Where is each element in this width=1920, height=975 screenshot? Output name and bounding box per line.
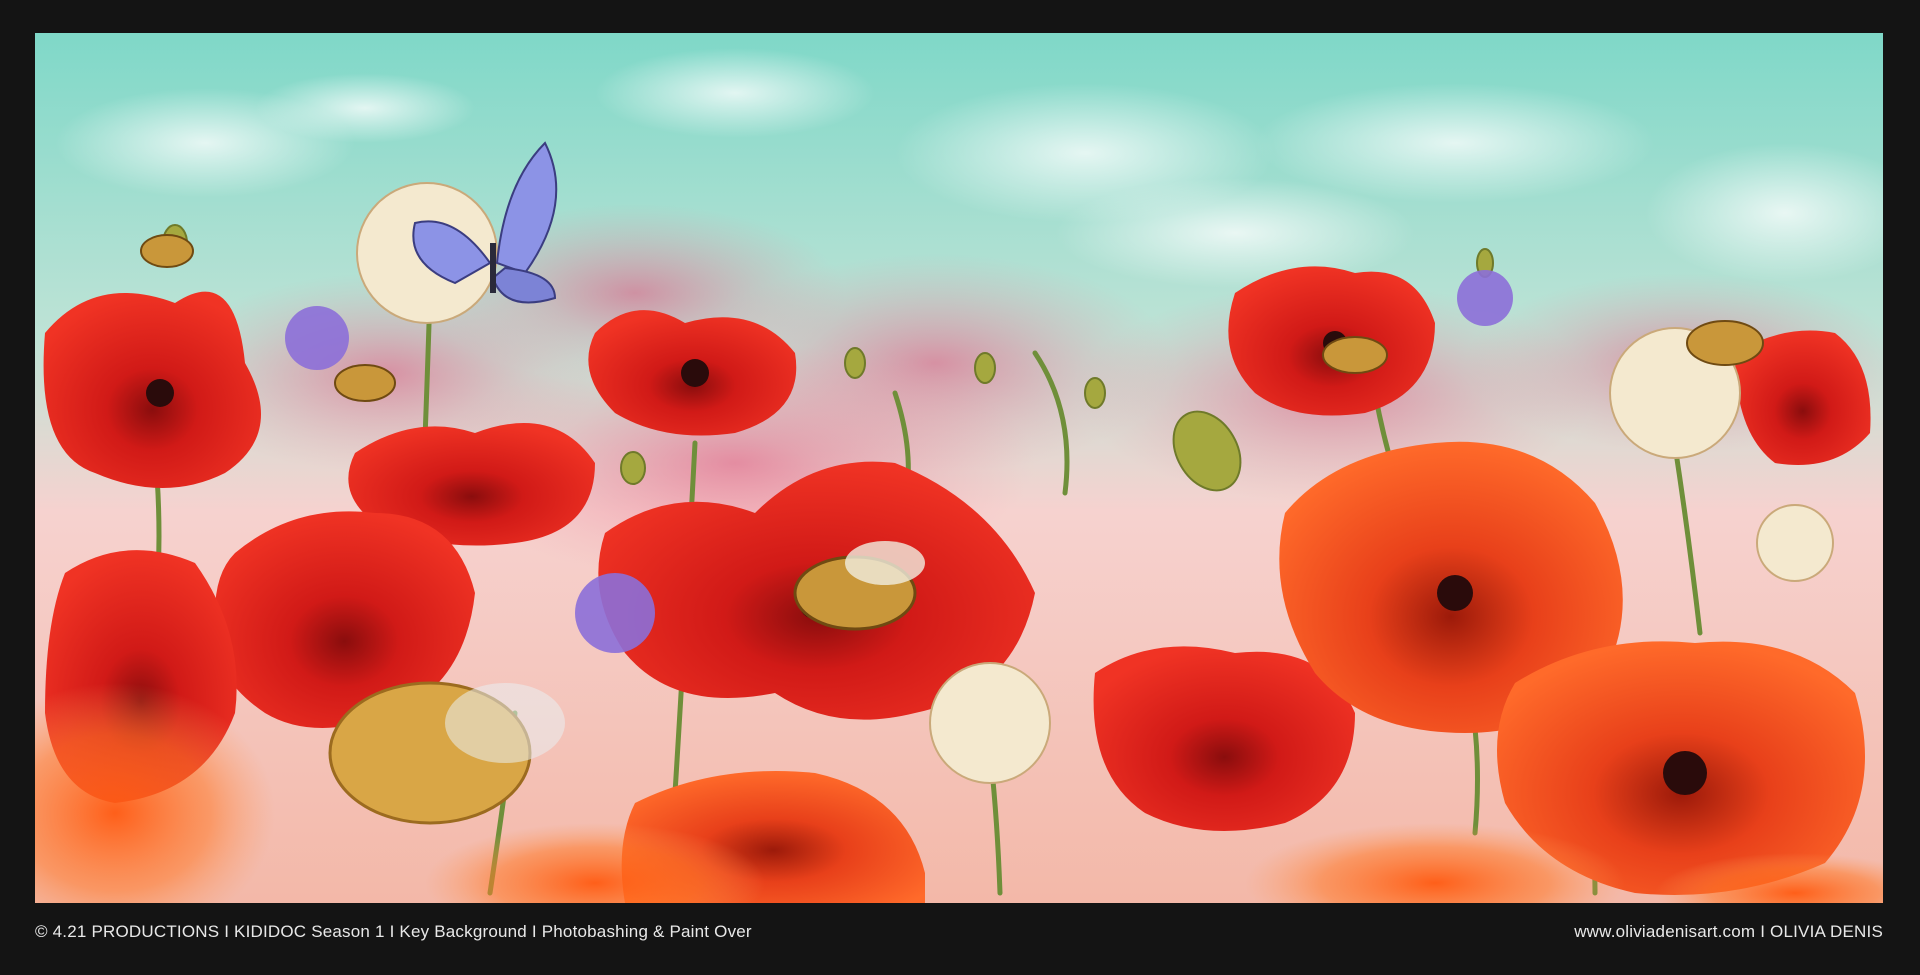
credits-text: © 4.21 PRODUCTIONS I KIDIDOC Season 1 I …: [35, 922, 752, 941]
poppy-field-illustration: [35, 33, 1883, 903]
bee-icon: [334, 364, 396, 402]
bee-icon: [1322, 336, 1388, 374]
caption-bar: © 4.21 PRODUCTIONS I KIDIDOC Season 1 I …: [35, 918, 1883, 946]
bee-icon: [140, 234, 194, 268]
bee-icon: [1686, 320, 1764, 366]
artwork-image: [35, 33, 1883, 903]
website-link[interactable]: www.oliviadenisart.com I OLIVIA DENIS: [1574, 922, 1883, 942]
